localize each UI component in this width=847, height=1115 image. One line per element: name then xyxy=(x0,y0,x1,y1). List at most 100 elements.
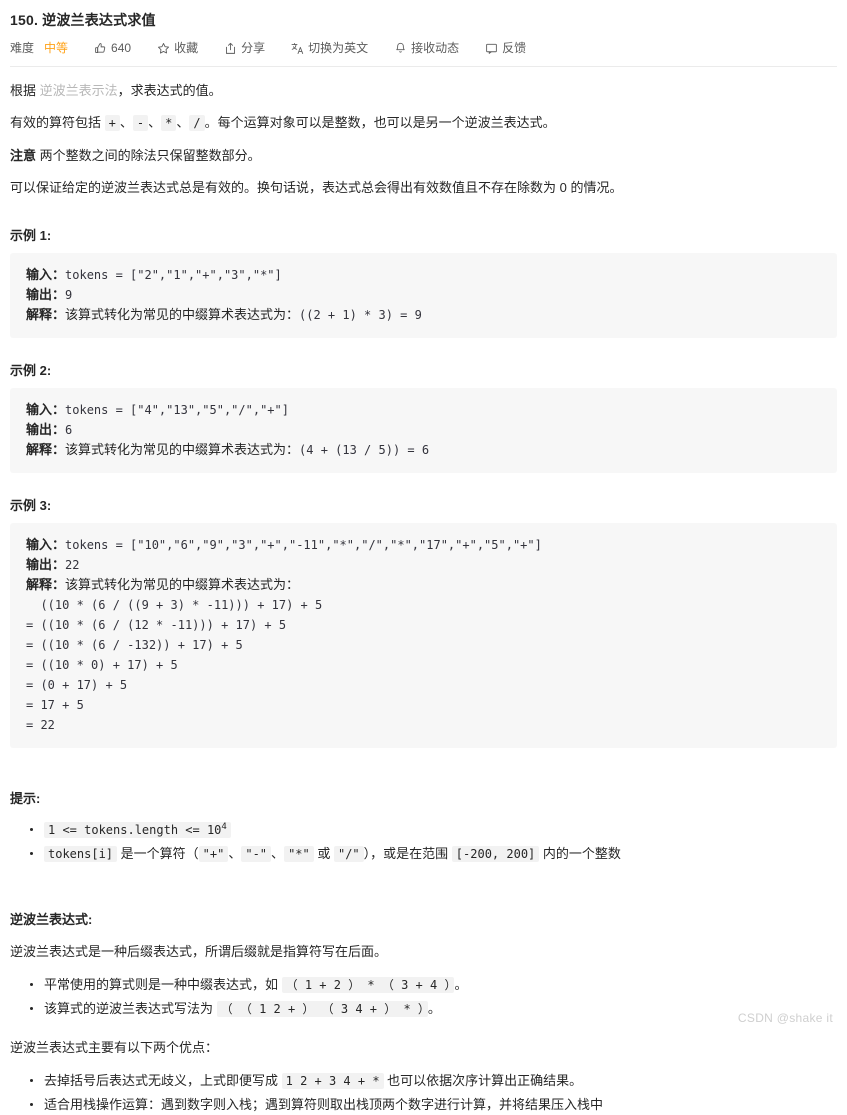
example-3-explain-line: 解释：该算式转化为常见的中缀算术表达式为： xyxy=(26,575,821,595)
action-toolbar: 难度 中等 640 收藏 分享 切换为英文 接收动态 反馈 xyxy=(10,40,837,56)
difficulty-badge: 难度 中等 xyxy=(10,40,68,56)
calc-line: = ((10 * (6 / -132)) + 17) + 5 xyxy=(26,638,243,652)
sep-1: 、 xyxy=(119,115,133,130)
example-1-output-value: 9 xyxy=(65,288,73,302)
sep-2: 、 xyxy=(148,115,162,130)
hint-2-t1: 是一个算符（ xyxy=(117,846,199,861)
rpn-b2-after: 。 xyxy=(427,1001,441,1016)
example-2-output-line: 输出：6 xyxy=(26,420,821,440)
star-icon xyxy=(157,42,170,55)
share-button[interactable]: 分享 xyxy=(224,40,265,56)
difficulty-value: 中等 xyxy=(44,41,69,55)
explain-label: 解释： xyxy=(26,577,66,592)
example-3-block: 输入：tokens = ["10","6","9","3","+","-11",… xyxy=(10,523,837,748)
example-1-output-line: 输出：9 xyxy=(26,285,821,305)
adv-2-before: 适合用栈操作运算：遇到数字则入栈；遇到算符则取出栈顶两个数字进行计算，并将结果压… xyxy=(44,1097,604,1112)
subscribe-button[interactable]: 接收动态 xyxy=(394,40,459,56)
share-label: 分享 xyxy=(241,41,266,55)
desc-p1-before: 根据 xyxy=(10,83,40,98)
desc-p2-before: 有效的算符包括 xyxy=(10,115,105,130)
tokens-index-chip: tokens[i] xyxy=(44,846,118,862)
postfix-expression-chip: （ （ 1 2 + ） （ 3 4 + ） * ） xyxy=(216,1001,428,1017)
example-3-explain-text: 该算式转化为常见的中缀算术表达式为： xyxy=(65,577,300,592)
output-label: 输出： xyxy=(26,422,66,437)
note-text: 两个整数之间的除法只保留整数部分。 xyxy=(36,148,261,163)
hint-1-code: 1 <= tokens.length <= 104 xyxy=(44,822,231,838)
advantage-item-2: 适合用栈操作运算：遇到数字则入栈；遇到算符则取出栈顶两个数字进行计算，并将结果压… xyxy=(30,1094,837,1115)
example-3-output-line: 输出：22 xyxy=(26,555,821,575)
calc-line: = ((10 * (6 / (12 * -11))) + 17) + 5 xyxy=(26,618,287,632)
hint-1-exponent: 4 xyxy=(221,822,227,832)
description-paragraph-4: 可以保证给定的逆波兰表达式总是有效的。换句话说，表达式总会得出有效数值且不存在除… xyxy=(10,180,623,195)
rpn-intro: 逆波兰表达式是一种后缀表达式，所谓后缀就是指算符写在后面。 xyxy=(10,944,388,959)
adv-1-before: 去掉括号后表达式无歧义，上式即便写成 xyxy=(44,1073,282,1088)
adv-1-after: 也可以依据次序计算出正确结果。 xyxy=(383,1073,583,1088)
hints-title: 提示: xyxy=(10,791,41,806)
input-label: 输入： xyxy=(26,537,66,552)
rpn-bullet-1: 平常使用的算式则是一种中缀表达式，如 （ 1 + 2 ） * （ 3 + 4 ）… xyxy=(30,974,837,996)
example-1-title: 示例 1: xyxy=(10,228,52,243)
bell-icon xyxy=(394,42,407,55)
watermark: CSDN @shake it xyxy=(737,1011,833,1025)
example-3-title: 示例 3: xyxy=(10,498,52,513)
example-1-explain-code: ((2 + 1) * 3) = 9 xyxy=(299,308,422,322)
advantage-item-1: 去掉括号后表达式无歧义，上式即便写成 1 2 + 3 4 + * 也可以依据次序… xyxy=(30,1070,837,1092)
calc-line: ((10 * (6 / ((9 + 3) * -11))) + 17) + 5 xyxy=(26,598,323,612)
hint-2-t6: 内的一个整数 xyxy=(539,846,621,861)
example-2-explain-text: 该算式转化为常见的中缀算术表达式为： xyxy=(65,442,300,457)
feedback-icon xyxy=(485,42,498,55)
example-3-input-code: tokens = ["10","6","9","3","+","-11","*"… xyxy=(65,538,542,552)
thumbs-up-icon xyxy=(94,42,107,55)
calc-line: = (0 + 17) + 5 xyxy=(26,678,128,692)
calc-line: = 22 xyxy=(26,718,55,732)
hints-list: 1 <= tokens.length <= 104 tokens[i] 是一个算… xyxy=(10,819,837,865)
favorite-button[interactable]: 收藏 xyxy=(157,40,198,56)
example-1-input-line: 输入：tokens = ["2","1","+","3","*"] xyxy=(26,265,821,285)
example-1-explain-line: 解释：该算式转化为常见的中缀算术表达式为：((2 + 1) * 3) = 9 xyxy=(26,305,821,325)
example-3-input-line: 输入：tokens = ["10","6","9","3","+","-11",… xyxy=(26,535,821,555)
rpn-section-title: 逆波兰表达式: xyxy=(10,912,93,927)
operator-div-chip: / xyxy=(189,115,205,131)
hint-1-code-text: 1 <= tokens.length <= 10 xyxy=(48,823,222,837)
translate-button[interactable]: 切换为英文 xyxy=(291,40,368,56)
output-label: 输出： xyxy=(26,557,66,572)
hint-item-2: tokens[i] 是一个算符（ "+"、 "-"、 "*" 或 "/" ），或是在范围… xyxy=(30,843,837,865)
note-label: 注意 xyxy=(10,148,37,163)
rpn-b1-after: 。 xyxy=(454,977,468,992)
example-2-output-value: 6 xyxy=(65,423,73,437)
example-2-title: 示例 2: xyxy=(10,363,52,378)
difficulty-label: 难度 xyxy=(10,41,35,55)
operator-minus-chip: - xyxy=(132,115,149,131)
rpn-b1-before: 平常使用的算式则是一种中缀表达式，如 xyxy=(44,977,282,992)
example-2-input-line: 输入：tokens = ["4","13","5","/","+"] xyxy=(26,400,821,420)
calc-line: = 17 + 5 xyxy=(26,698,84,712)
postfix-nobracket-chip: 1 2 + 3 4 + * xyxy=(281,1073,384,1089)
input-label: 输入： xyxy=(26,267,66,282)
rpn-bullets-list: 平常使用的算式则是一种中缀表达式，如 （ 1 + 2 ） * （ 3 + 4 ）… xyxy=(10,974,837,1020)
share-icon xyxy=(224,42,237,55)
hint-2-t3: 、 xyxy=(271,846,285,861)
example-1-block: 输入：tokens = ["2","1","+","3","*"] 输出：9 解… xyxy=(10,253,837,338)
output-label: 输出： xyxy=(26,287,66,302)
op-minus-chip: "-" xyxy=(241,846,272,862)
input-label: 输入： xyxy=(26,402,66,417)
header-divider xyxy=(10,66,837,67)
advantages-intro: 逆波兰表达式主要有以下两个优点： xyxy=(10,1040,219,1055)
hint-2-t5: ），或是在范围 xyxy=(363,846,452,861)
operator-mul-chip: * xyxy=(161,115,177,131)
desc-p2-after: 。每个运算对象可以是整数，也可以是另一个逆波兰表达式。 xyxy=(204,115,556,130)
example-2-explain-code: (4 + (13 / 5)) = 6 xyxy=(299,443,430,457)
favorite-label: 收藏 xyxy=(174,41,199,55)
rpn-notation-link[interactable]: 逆波兰表示法 xyxy=(40,83,118,98)
description-paragraph-1: 根据 逆波兰表示法，求表达式的值。 xyxy=(10,81,837,100)
op-div-chip: "/" xyxy=(333,846,364,862)
feedback-button[interactable]: 反馈 xyxy=(485,40,526,56)
like-button[interactable]: 640 xyxy=(94,40,131,56)
like-count: 640 xyxy=(111,41,132,55)
desc-p1-after: ，求表达式的值。 xyxy=(117,83,222,98)
explain-label: 解释： xyxy=(26,442,66,457)
explain-label: 解释： xyxy=(26,307,66,322)
op-mul-chip: "*" xyxy=(284,846,314,862)
hint-2-t4: 或 xyxy=(313,846,334,861)
page-title: 150. 逆波兰表达式求值 xyxy=(10,12,156,28)
